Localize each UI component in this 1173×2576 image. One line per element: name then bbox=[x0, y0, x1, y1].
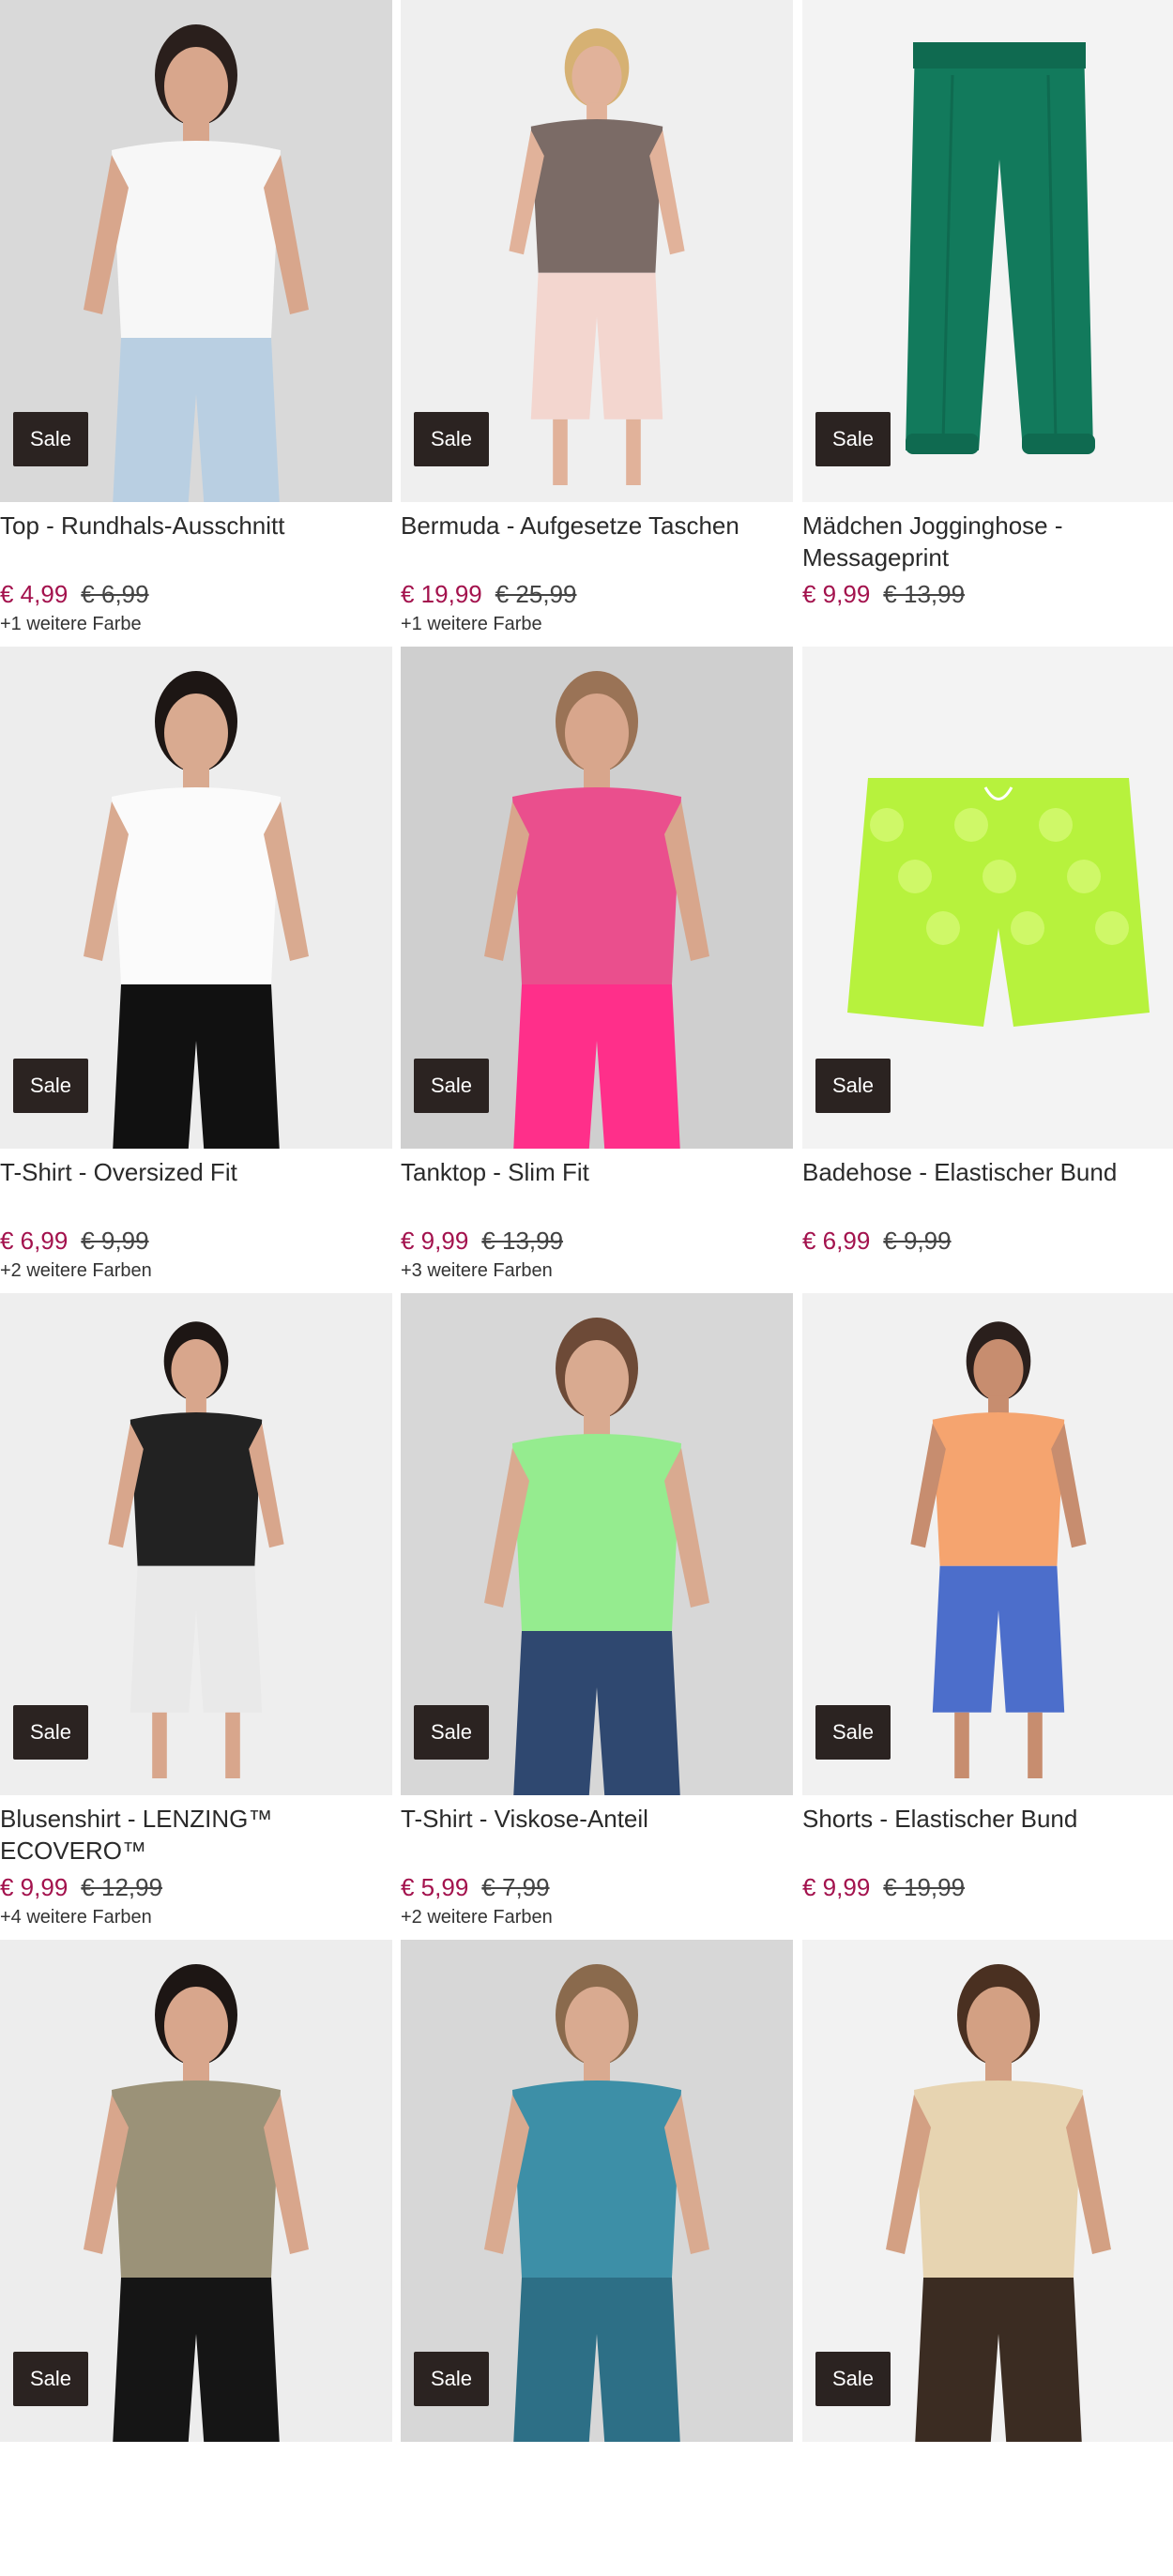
sale-badge: Sale bbox=[815, 412, 891, 466]
product-title[interactable]: Blusenshirt - LENZING™ ECOVERO™ bbox=[0, 1803, 392, 1868]
more-colors[interactable] bbox=[0, 2552, 392, 2576]
price-row bbox=[802, 2516, 1173, 2552]
sale-badge: Sale bbox=[13, 412, 88, 466]
product-title[interactable]: T-Shirt - Oversized Fit bbox=[0, 1156, 392, 1222]
product-image[interactable]: Sale bbox=[401, 0, 793, 502]
sale-badge: Sale bbox=[414, 2352, 489, 2406]
product-image[interactable]: Sale bbox=[0, 0, 392, 502]
product-card[interactable]: Sale bbox=[802, 1940, 1173, 2576]
price-row: € 4,99 € 6,99 bbox=[0, 576, 392, 612]
price-row: € 6,99 € 9,99 bbox=[0, 1223, 392, 1258]
more-colors[interactable]: +1 weitere Farbe bbox=[0, 612, 392, 636]
product-card[interactable]: Sale Shorts - Elastischer Bund € 9,99 € 1… bbox=[802, 1293, 1173, 1929]
product-image[interactable]: Sale bbox=[802, 1940, 1173, 2442]
sale-badge: Sale bbox=[13, 1059, 88, 1113]
old-price: € 7,99 bbox=[481, 1873, 550, 1901]
product-title[interactable]: Tanktop - Slim Fit bbox=[401, 1156, 793, 1222]
product-title[interactable] bbox=[401, 2449, 793, 2515]
product-title[interactable]: Mädchen Jogginghose - Messageprint bbox=[802, 510, 1173, 575]
product-card[interactable]: Sale Bermuda - Aufgesetze Taschen € 19,9… bbox=[401, 0, 793, 636]
more-colors[interactable]: +2 weitere Farben bbox=[401, 1905, 793, 1929]
product-card[interactable]: Sale bbox=[0, 1940, 392, 2576]
price-row: € 6,99 € 9,99 bbox=[802, 1223, 1173, 1258]
sale-price: € 9,99 bbox=[802, 580, 871, 608]
sale-price: € 19,99 bbox=[401, 580, 482, 608]
product-title[interactable]: Top - Rundhals-Ausschnitt bbox=[0, 510, 392, 575]
price-row: € 9,99 € 12,99 bbox=[0, 1869, 392, 1905]
sale-price: € 6,99 bbox=[802, 1227, 871, 1255]
sale-badge: Sale bbox=[815, 2352, 891, 2406]
price-row: € 9,99 € 13,99 bbox=[802, 576, 1173, 612]
sale-badge: Sale bbox=[815, 1705, 891, 1760]
product-card[interactable]: Sale Top - Rundhals-Ausschnitt € 4,99 € 6… bbox=[0, 0, 392, 636]
product-grid: Sale Top - Rundhals-Ausschnitt € 4,99 € 6… bbox=[0, 0, 1173, 2442]
sale-price: € 9,99 bbox=[0, 1873, 69, 1901]
product-image[interactable]: Sale bbox=[0, 1293, 392, 1795]
sale-price: € 6,99 bbox=[0, 1227, 69, 1255]
product-title[interactable]: Shorts - Elastischer Bund bbox=[802, 1803, 1173, 1868]
price-row: € 5,99 € 7,99 bbox=[401, 1869, 793, 1905]
price-row: € 9,99 € 13,99 bbox=[401, 1223, 793, 1258]
product-card[interactable]: Sale bbox=[401, 1940, 793, 2576]
sale-badge: Sale bbox=[815, 1059, 891, 1113]
old-price: € 25,99 bbox=[495, 580, 577, 608]
product-image[interactable]: Sale bbox=[802, 0, 1173, 502]
old-price: € 13,99 bbox=[883, 580, 966, 608]
product-title[interactable]: Bermuda - Aufgesetze Taschen bbox=[401, 510, 793, 575]
product-card[interactable]: Sale Tanktop - Slim Fit € 9,99 € 13,99 +3… bbox=[401, 647, 793, 1283]
product-image[interactable]: Sale bbox=[401, 647, 793, 1149]
more-colors[interactable]: +1 weitere Farbe bbox=[401, 612, 793, 636]
product-card[interactable]: Sale T-Shirt - Oversized Fit € 6,99 € 9,9… bbox=[0, 647, 392, 1283]
product-title[interactable]: Badehose - Elastischer Bund bbox=[802, 1156, 1173, 1222]
sale-price: € 4,99 bbox=[0, 580, 69, 608]
more-colors[interactable]: +4 weitere Farben bbox=[0, 1905, 392, 1929]
more-colors[interactable] bbox=[401, 2552, 793, 2576]
more-colors[interactable]: +2 weitere Farben bbox=[0, 1258, 392, 1283]
sale-badge: Sale bbox=[414, 412, 489, 466]
price-row: € 9,99 € 19,99 bbox=[802, 1869, 1173, 1905]
product-image[interactable]: Sale bbox=[802, 647, 1173, 1149]
price-row bbox=[401, 2516, 793, 2552]
sale-badge: Sale bbox=[414, 1059, 489, 1113]
old-price: € 9,99 bbox=[81, 1227, 149, 1255]
old-price: € 9,99 bbox=[883, 1227, 952, 1255]
old-price: € 13,99 bbox=[481, 1227, 564, 1255]
product-card[interactable]: Sale Mädchen Jogginghose - Messageprint … bbox=[802, 0, 1173, 636]
product-image[interactable]: Sale bbox=[0, 647, 392, 1149]
sale-price: € 9,99 bbox=[401, 1227, 469, 1255]
more-colors[interactable]: +3 weitere Farben bbox=[401, 1258, 793, 1283]
product-image[interactable]: Sale bbox=[401, 1940, 793, 2442]
product-title[interactable] bbox=[802, 2449, 1173, 2515]
sale-badge: Sale bbox=[13, 2352, 88, 2406]
sale-price: € 5,99 bbox=[401, 1873, 469, 1901]
product-image[interactable]: Sale bbox=[802, 1293, 1173, 1795]
sale-badge: Sale bbox=[414, 1705, 489, 1760]
product-title[interactable]: T-Shirt - Viskose-Anteil bbox=[401, 1803, 793, 1868]
product-card[interactable]: Sale Blusenshirt - LENZING™ ECOVERO™ € 9… bbox=[0, 1293, 392, 1929]
price-row: € 19,99 € 25,99 bbox=[401, 576, 793, 612]
product-image[interactable]: Sale bbox=[401, 1293, 793, 1795]
old-price: € 6,99 bbox=[81, 580, 149, 608]
more-colors[interactable] bbox=[802, 1905, 1173, 1929]
old-price: € 12,99 bbox=[81, 1873, 163, 1901]
more-colors[interactable] bbox=[802, 2552, 1173, 2576]
more-colors[interactable] bbox=[802, 1258, 1173, 1283]
product-title[interactable] bbox=[0, 2449, 392, 2515]
more-colors[interactable] bbox=[802, 612, 1173, 636]
sale-badge: Sale bbox=[13, 1705, 88, 1760]
sale-price: € 9,99 bbox=[802, 1873, 871, 1901]
price-row bbox=[0, 2516, 392, 2552]
product-image[interactable]: Sale bbox=[0, 1940, 392, 2442]
old-price: € 19,99 bbox=[883, 1873, 966, 1901]
product-card[interactable]: Sale Badehose - Elastischer Bund € 6,99 €… bbox=[802, 647, 1173, 1283]
product-card[interactable]: Sale T-Shirt - Viskose-Anteil € 5,99 € 7,… bbox=[401, 1293, 793, 1929]
